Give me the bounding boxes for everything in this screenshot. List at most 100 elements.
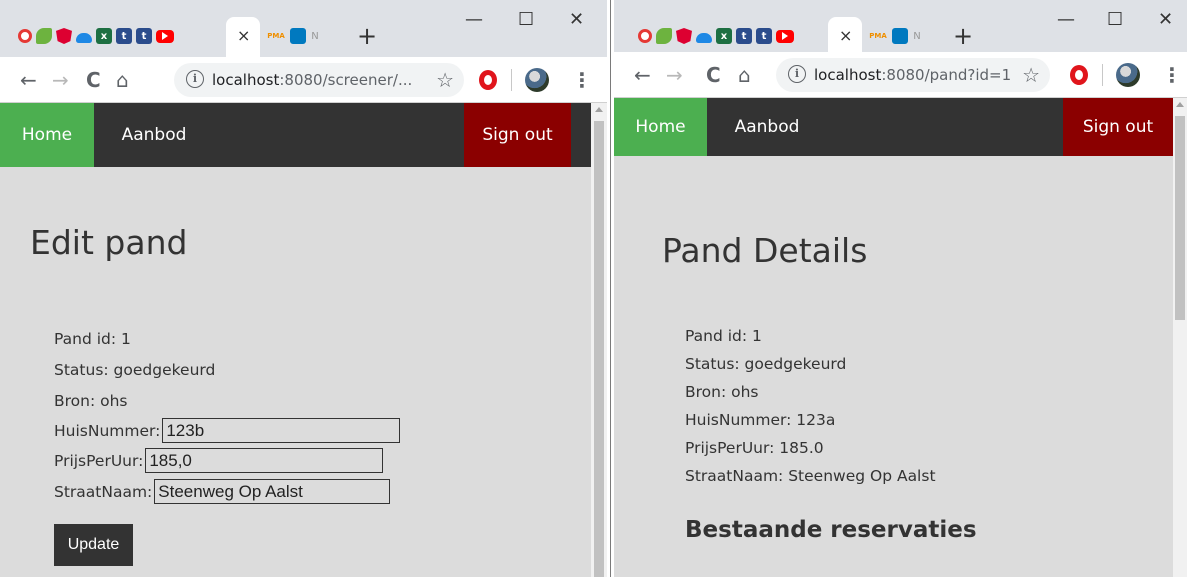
- maximize-button[interactable]: ☐: [518, 8, 534, 32]
- phpmyadmin-favicon-icon[interactable]: PMA: [868, 28, 888, 44]
- t-favicon-icon[interactable]: t: [756, 28, 772, 44]
- n-favicon-icon[interactable]: N: [912, 28, 922, 44]
- angular-favicon-icon[interactable]: [56, 28, 72, 44]
- home-button[interactable]: ⌂: [116, 67, 129, 93]
- straatnaam-row: StraatNaam:: [54, 479, 391, 504]
- n-favicon-icon[interactable]: N: [310, 28, 320, 44]
- toolbar-separator: [1102, 64, 1103, 86]
- phpmyadmin-favicon-icon[interactable]: PMA: [266, 28, 286, 44]
- scroll-thumb[interactable]: [1175, 116, 1185, 320]
- straatnaam-input[interactable]: [154, 479, 391, 504]
- window-divider: [607, 0, 614, 577]
- forward-button[interactable]: →: [52, 67, 69, 93]
- reload-button[interactable]: C: [86, 67, 101, 93]
- page-content: Home Aanbod Sign out Pand Details Pand i…: [614, 98, 1173, 577]
- page-title: Edit pand: [30, 223, 188, 262]
- straatnaam-text: StraatNaam: Steenweg Op Aalst: [685, 467, 936, 485]
- scroll-up-icon[interactable]: [1176, 102, 1184, 107]
- huisnummer-label: HuisNummer:: [54, 421, 161, 440]
- forward-button[interactable]: →: [666, 62, 683, 88]
- record-favicon-icon[interactable]: [638, 29, 652, 43]
- pand-id-text: Pand id: 1: [54, 330, 131, 348]
- info-icon[interactable]: i: [186, 70, 204, 88]
- t-favicon-icon[interactable]: t: [736, 28, 752, 44]
- spring-favicon-icon[interactable]: [36, 28, 52, 44]
- address-bar-row: ← → C ⌂ i localhost:8080/pand?id=1 ☆ ⋮: [614, 52, 1187, 98]
- pinned-tabs: x t t: [638, 22, 798, 50]
- tab-close-icon[interactable]: ×: [839, 26, 852, 45]
- onedrive-favicon-icon[interactable]: [696, 33, 712, 43]
- angular-favicon-icon[interactable]: [676, 28, 692, 44]
- browser-menu-icon[interactable]: ⋮: [572, 67, 592, 93]
- youtube-favicon-icon[interactable]: [156, 29, 174, 43]
- tab-close-icon[interactable]: ×: [237, 26, 250, 45]
- update-button[interactable]: Update: [54, 524, 133, 566]
- page-scrollbar[interactable]: [591, 103, 607, 577]
- bookmark-star-icon[interactable]: ☆: [436, 67, 454, 93]
- back-button[interactable]: ←: [20, 67, 37, 93]
- scroll-thumb[interactable]: [594, 121, 604, 577]
- tab-strip: x t t × PMA N + — ☐ ✕: [0, 0, 607, 57]
- straatnaam-label: StraatNaam:: [54, 482, 153, 501]
- info-icon[interactable]: i: [788, 65, 806, 83]
- onedrive-favicon-icon[interactable]: [76, 33, 92, 43]
- opera-extension-icon[interactable]: [1070, 65, 1088, 85]
- reload-button[interactable]: C: [706, 62, 721, 88]
- browser-window-left: x t t × PMA N + — ☐ ✕ ← → C ⌂ i localhos…: [0, 0, 607, 577]
- huisnummer-input[interactable]: [162, 418, 401, 443]
- bron-text: Bron: ohs: [54, 392, 128, 410]
- active-tab[interactable]: ×: [828, 17, 862, 57]
- minimize-button[interactable]: —: [465, 8, 483, 32]
- scroll-up-icon[interactable]: [595, 107, 603, 112]
- t-favicon-icon[interactable]: t: [136, 28, 152, 44]
- active-tab[interactable]: ×: [226, 17, 260, 57]
- opera-extension-icon[interactable]: [479, 70, 497, 90]
- nav-aanbod-link[interactable]: Aanbod: [106, 103, 202, 167]
- spring-favicon-icon[interactable]: [656, 28, 672, 44]
- nav-home-link[interactable]: Home: [614, 98, 707, 156]
- top-navbar: Home Aanbod Sign out: [614, 98, 1173, 156]
- page-scrollbar[interactable]: [1173, 98, 1187, 577]
- status-text: Status: goedgekeurd: [685, 355, 847, 373]
- reservaties-heading: Bestaande reservaties: [685, 517, 977, 543]
- record-favicon-icon[interactable]: [18, 29, 32, 43]
- huisnummer-text: HuisNummer: 123a: [685, 411, 836, 429]
- tab-strip: x t t × PMA N + — ☐ ✕: [614, 0, 1187, 57]
- excel-favicon-icon[interactable]: x: [96, 28, 112, 44]
- address-bar-row: ← → C ⌂ i localhost:8080/screener/... ☆ …: [0, 57, 607, 103]
- nav-signout-link[interactable]: Sign out: [1063, 98, 1173, 156]
- nav-home-link[interactable]: Home: [0, 103, 94, 167]
- profile-avatar[interactable]: [1116, 63, 1140, 87]
- close-window-button[interactable]: ✕: [569, 8, 584, 32]
- browser-menu-icon[interactable]: ⋮: [1162, 62, 1182, 88]
- close-window-button[interactable]: ✕: [1158, 8, 1173, 32]
- profile-avatar[interactable]: [525, 68, 549, 92]
- page-content: Home Aanbod Sign out Edit pand Pand id: …: [0, 103, 591, 577]
- url-text[interactable]: localhost:8080/screener/...: [212, 70, 412, 90]
- home-button[interactable]: ⌂: [738, 62, 751, 88]
- nav-signout-link[interactable]: Sign out: [464, 103, 571, 167]
- trello-favicon-icon[interactable]: [290, 28, 306, 44]
- excel-favicon-icon[interactable]: x: [716, 28, 732, 44]
- t-favicon-icon[interactable]: t: [116, 28, 132, 44]
- status-text: Status: goedgekeurd: [54, 361, 216, 379]
- more-tabs: PMA N: [868, 22, 926, 50]
- youtube-favicon-icon[interactable]: [776, 29, 794, 43]
- trello-favicon-icon[interactable]: [892, 28, 908, 44]
- maximize-button[interactable]: ☐: [1107, 8, 1123, 32]
- minimize-button[interactable]: —: [1057, 8, 1075, 32]
- url-text[interactable]: localhost:8080/pand?id=1: [814, 65, 1011, 85]
- omnibox[interactable]: i localhost:8080/screener/... ☆: [174, 63, 464, 97]
- nav-aanbod-link[interactable]: Aanbod: [718, 98, 816, 156]
- prijsperuur-text: PrijsPerUur: 185.0: [685, 439, 824, 457]
- new-tab-button[interactable]: +: [953, 22, 973, 50]
- omnibox[interactable]: i localhost:8080/pand?id=1 ☆: [776, 58, 1050, 92]
- prijsperuur-input[interactable]: [145, 448, 384, 473]
- back-button[interactable]: ←: [634, 62, 651, 88]
- new-tab-button[interactable]: +: [357, 22, 377, 50]
- page-title: Pand Details: [662, 231, 868, 270]
- bookmark-star-icon[interactable]: ☆: [1022, 62, 1040, 88]
- pand-id-text: Pand id: 1: [685, 327, 762, 345]
- pinned-tabs: x t t: [18, 22, 178, 50]
- toolbar-separator: [511, 69, 512, 91]
